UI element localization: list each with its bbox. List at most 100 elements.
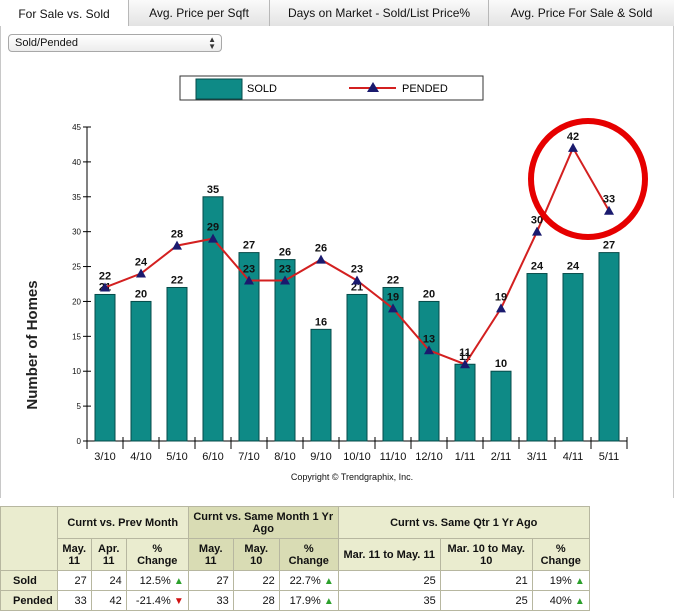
legend-pended-label: PENDED xyxy=(402,83,448,95)
tab-days-on-market[interactable]: Days on Market - Sold/List Price% xyxy=(270,0,489,26)
up-arrow-icon: ▲ xyxy=(574,575,585,587)
pended-value-label: 29 xyxy=(207,222,219,234)
select-value: Sold/Pended xyxy=(15,37,78,49)
cell-value: 19% xyxy=(549,574,572,587)
pended-marker xyxy=(316,254,326,264)
col-pm-b: Apr. 11 xyxy=(90,538,127,571)
y-tick-label: 30 xyxy=(72,228,81,237)
pended-marker xyxy=(532,226,542,236)
x-tick-label: 3/11 xyxy=(527,451,548,463)
sold-bar xyxy=(346,293,368,442)
cell: 25 xyxy=(439,590,533,611)
sold-bar xyxy=(166,286,188,442)
stats-table: Curnt vs. Prev Month Curnt vs. Same Mont… xyxy=(0,506,590,611)
pended-marker xyxy=(496,303,506,313)
sold-bar xyxy=(490,370,512,442)
table-row-sold: Sold 27 24 12.5% ▲ 27 22 22.7% ▲ 25 21 1… xyxy=(0,570,590,591)
row-label: Pended xyxy=(0,590,58,611)
sold-value-label: 26 xyxy=(279,247,291,259)
pended-value-label: 23 xyxy=(243,264,255,276)
sold-bar xyxy=(454,363,476,442)
x-tick-label: 4/10 xyxy=(130,451,151,463)
pended-value-label: 13 xyxy=(423,333,435,345)
cell-change: 40% ▲ xyxy=(531,590,590,611)
cell: 24 xyxy=(90,570,127,591)
pended-value-label: 19 xyxy=(387,291,399,303)
y-tick-label: 15 xyxy=(72,332,81,341)
legend-sold-label: SOLD xyxy=(247,83,277,95)
col-ya-c: % Change xyxy=(278,538,339,571)
y-tick-label: 5 xyxy=(77,402,82,411)
pended-value-label: 33 xyxy=(603,194,615,206)
table-row-pended: Pended 33 42 -21.4% ▼ 33 28 17.9% ▲ 35 2… xyxy=(0,590,590,611)
cell-value: 22.7% xyxy=(289,574,321,587)
legend-sold-swatch xyxy=(195,78,243,100)
legend: SOLD PENDED xyxy=(179,75,484,101)
header-year-ago: Curnt vs. Same Month 1 Yr Ago xyxy=(187,506,339,539)
chart-type-select[interactable]: Sold/Pended ▲ ▼ xyxy=(8,34,222,52)
sold-value-label: 16 xyxy=(315,316,327,328)
y-tick-label: 20 xyxy=(72,297,81,306)
cell: 35 xyxy=(337,590,441,611)
tab-avg-price-for-sale-sold[interactable]: Avg. Price For Sale & Sold xyxy=(489,0,674,26)
x-tick-label: 1/11 xyxy=(455,451,476,463)
up-arrow-icon: ▲ xyxy=(574,595,585,607)
sold-value-label: 24 xyxy=(567,261,580,273)
sold-bar xyxy=(94,293,116,442)
sold-bar xyxy=(418,300,440,442)
table-corner xyxy=(0,506,58,571)
down-arrow-icon: ▼ xyxy=(173,595,184,607)
sold-value-label: 20 xyxy=(423,288,435,300)
cell: 33 xyxy=(187,590,234,611)
sold-value-label: 24 xyxy=(531,261,544,273)
sold-value-label: 22 xyxy=(387,274,399,286)
cell: 27 xyxy=(187,570,234,591)
y-tick-label: 10 xyxy=(72,367,81,376)
cell: 28 xyxy=(232,590,280,611)
sold-bar xyxy=(562,273,584,442)
sold-value-label: 20 xyxy=(135,288,147,300)
x-tick-label: 8/10 xyxy=(274,451,295,463)
x-tick-label: 10/10 xyxy=(343,451,371,463)
sold-value-label: 35 xyxy=(207,184,219,196)
col-pm-a: May. 11 xyxy=(56,538,92,571)
y-tick-label: 35 xyxy=(72,193,81,202)
highlight-circle xyxy=(528,118,648,240)
tab-bar: For Sale vs. Sold Avg. Price per Sqft Da… xyxy=(0,0,674,27)
sold-value-label: 27 xyxy=(603,240,615,252)
cell-value: 17.9% xyxy=(289,594,321,607)
pended-value-label: 24 xyxy=(135,257,148,269)
cell: 25 xyxy=(337,570,441,591)
x-tick-label: 6/10 xyxy=(202,451,223,463)
col-q-c: % Change xyxy=(531,538,590,571)
x-tick-label: 7/10 xyxy=(238,451,259,463)
up-arrow-icon: ▲ xyxy=(323,595,334,607)
pended-value-label: 42 xyxy=(567,131,579,143)
sold-value-label: 22 xyxy=(171,274,183,286)
sold-value-label: 27 xyxy=(243,240,255,252)
pended-value-label: 23 xyxy=(351,264,363,276)
up-arrow-icon: ▲ xyxy=(323,575,334,587)
x-tick-label: 4/11 xyxy=(563,451,584,463)
sold-bar xyxy=(310,328,332,442)
pended-value-label: 26 xyxy=(315,243,327,255)
tab-avg-price-per-sqft[interactable]: Avg. Price per Sqft xyxy=(129,0,270,26)
col-q-b: Mar. 10 to May. 10 xyxy=(439,538,533,571)
stats-table-wrapper: Curnt vs. Prev Month Curnt vs. Same Mont… xyxy=(0,506,590,611)
pended-value-label: 19 xyxy=(495,291,507,303)
pended-value-label: 22 xyxy=(99,270,111,282)
cell-change: 12.5% ▲ xyxy=(125,570,189,591)
cell-change: 19% ▲ xyxy=(531,570,590,591)
cell: 33 xyxy=(56,590,92,611)
cell-value: -21.4% xyxy=(135,594,171,607)
cell: 21 xyxy=(439,570,533,591)
cell-value: 40% xyxy=(549,594,572,607)
pended-value-label: 11 xyxy=(459,347,471,359)
copyright-text: Copyright © Trendgraphix, Inc. xyxy=(291,472,413,482)
x-tick-label: 12/10 xyxy=(415,451,443,463)
sold-bar xyxy=(130,300,152,442)
pended-value-label: 28 xyxy=(171,229,183,241)
header-qtr: Curnt vs. Same Qtr 1 Yr Ago xyxy=(337,506,590,539)
x-tick-label: 9/10 xyxy=(310,451,331,463)
tab-for-sale-vs-sold[interactable]: For Sale vs. Sold xyxy=(0,0,129,27)
